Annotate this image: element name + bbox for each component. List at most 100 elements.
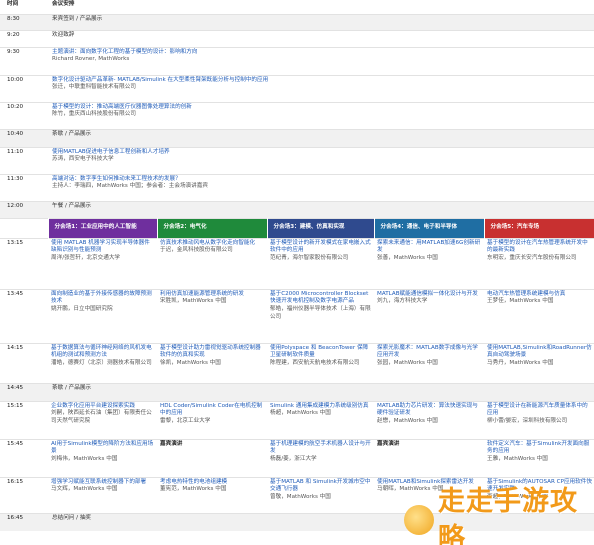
session-cell-track-1: 面向制造业的基于外接传感器的故障预测技术 姚开鹏，日立中国研究院 [48,288,157,343]
speaker-text: Richard Rovner, MathWorks [52,56,130,63]
session-cell-track-4: 探索未来通信：用MATLAB加速6G创新研发 张善，MathWorks 中国 [374,237,484,289]
agenda-row: 8:30 来宾签到 / 产品展示 [0,13,594,30]
session-row: 13:15 使用 MATLAB 机器学习实现半导体器件缺陷识别与性能预测 周洋/张哲… [0,237,594,289]
speaker-text: 董宪范，MathWorks 中国 [160,486,227,493]
talk-title-link[interactable]: 使用 MATLAB 机器学习实现半导体器件缺陷识别与性能预测 [51,240,155,255]
speaker-text: 陈程建，西安航天航电技术有限公司 [270,359,360,366]
talk-title-link[interactable]: 使用MATLAB,Simulink和RoadRunner仿真自动驾驶场景 [487,345,592,360]
agenda-text: 午餐 / 产品展示 [52,202,92,209]
agenda-cell: 来宾签到 / 产品展示 [48,13,594,30]
track-header-5: 分会场5：汽车专场 [484,217,594,238]
speaker-text: 刘梅伟，MathWorks 中国 [51,455,118,462]
agenda-row: 11:30 高端对话：数字孪生如何推动未来工程技术的发展？ 主持人：李瑞四，Math… [0,173,594,201]
agenda-row: 9:30 主题演讲：面向数字化工程的基于模型的设计：影响和方向 Richard Ro… [0,46,594,75]
track-header-row: 分会场1：工业应用中的人工智能 分会场2：电气化 分会场3：建模、仿真和实现 分会场4… [0,217,594,238]
talk-title-link[interactable]: 基于机理建模的航空手术机器人设计与开发 [270,441,372,456]
speaker-text: 郁皓，福州仪器半导体技术（上海）有限公司 [270,305,371,320]
talk-title-link[interactable]: 面向制造业的基于外接传感器的故障预测技术 [51,291,155,306]
agenda-text: 来宾签到 / 产品展示 [52,15,103,22]
talk-title-link[interactable]: 软件定义汽车：基于Simulink开发面向服务的应用 [487,441,592,456]
speaker-text: 雷黎，北京工业大学 [160,417,211,424]
agenda-row: 10:00 数字化设计驱动产品革新- MATLAB/Simulink 在大型柔性臂… [0,74,594,102]
agenda-cell: 数字化设计驱动产品革新- MATLAB/Simulink 在大型柔性臂架既能分析… [48,74,594,102]
agenda-row: 14:45 茶歇 / 产品展示 [0,382,594,401]
session-cell-track-3: 基于模型设计的新开发模式在家电嵌入式软件中的应用 范纪青，海尔智家股份有限公司 [267,237,374,289]
talk-title-link[interactable]: MATLAB助力芯片研发：算法快速实现与硬件验证研发 [377,403,482,418]
time-cell: 10:40 [0,128,48,147]
agenda-cell: 茶歇 / 产品展示 [48,128,594,147]
session-cell-track-2: 考虑电热特性的电池组建模 董宪范，MathWorks 中国 [157,476,267,513]
time-cell: 9:30 [0,46,48,75]
speaker-text: 于迟，金风科技股份有限公司 [160,247,233,254]
session-cell-track-1: 企业数字化应用平台建设探索实践 刘嗣，陕西延长石油（集团）有限责任公司天然气研究院 [48,400,157,439]
talk-title-link[interactable]: AI用于Simulink模型的降阶方法和应用场景 [51,441,155,456]
talk-title-link[interactable]: 探索光影魔术：MATLAB数字成像与光学应用开发 [377,345,482,360]
speaker-text: 苏涛，西安电子科技大学 [52,156,114,163]
session-cell-track-1: 基于数据算法与循环神经网络的风机发电机组的测试和预测方法 潘皓，德赛灯（北京）测器… [48,342,157,383]
speaker-text: 赵懋，MathWorks 中国 [377,417,438,424]
time-cell: 14:15 [0,342,48,383]
time-cell: 9:20 [0,29,48,47]
agenda-cell: 基于模型的设计：推动高端医疗仪器图像处理算法的创新 陈竹，重庆西山科技股份有限公司 [48,101,594,129]
session-cell-track-5: 电动汽车热管理系统建模与仿真 王梦佳，MathWorks 中国 [484,288,594,343]
session-cell-track-3: 基于MATLAB 和 Simulink开发城市空中交通飞行器 曾敬，MathWor… [267,476,374,513]
time-cell: 11:10 [0,146,48,174]
agenda-text: 茶歇 / 产品展示 [52,130,92,137]
time-cell: 16:45 [0,512,48,531]
track-header-2: 分会场2：电气化 [157,217,268,238]
talk-title-link[interactable]: 基于模型设计在新能源汽车质量体系中的应用 [487,403,592,418]
speaker-text: 杨超，MathWorks 中国 [270,410,331,417]
time-cell: 14:45 [0,382,48,401]
talk-title-link[interactable]: 基于数据算法与循环神经网络的风机发电机组的测试和预测方法 [51,345,155,360]
talk-title-link[interactable]: 基于MATLAB 和 Simulink开发城市空中交通飞行器 [270,479,372,494]
talk-title-link[interactable]: 主题演讲：面向数字化工程的基于模型的设计：影响和方向 [52,49,592,57]
watermark-logo: 走走手游攻略 [404,486,594,545]
session-cell-track-5: 使用MATLAB,Simulink和RoadRunner仿真自动驾驶场景 马秀丹，… [484,342,594,383]
agenda-cell: 使用MATLAB促进电子信息工程创新和人才培养 苏涛，西安电子科技大学 [48,146,594,174]
time-cell: 16:15 [0,476,48,513]
talk-title-link[interactable]: 基于模型的设计在汽车热管理系统开发中的最新实践 [487,240,592,255]
time-cell: 12:00 [0,200,48,218]
speaker-text: 王雅，MathWorks 中国 [487,455,548,462]
time-cell: 10:20 [0,101,48,129]
session-cell-track-4: 探索光影魔术：MATLAB数字成像与光学应用开发 张园，MathWorks 中国 [374,342,484,383]
header-row: 时间 会议安排 [0,0,594,14]
track-header-4: 分会场4：通信、电子和半导体 [374,217,485,238]
agenda-cell: 主题演讲：面向数字化工程的基于模型的设计：影响和方向 Richard Rovner… [48,46,594,75]
session-cell-track-4: MATLAB赋能通信模拟一体化设计与开发 刘九，海方科技大学 [374,288,484,343]
agenda-cell: 午餐 / 产品展示 [48,200,594,218]
session-row: 15:45 AI用于Simulink模型的降阶方法和应用场景 刘梅伟，MathWor… [0,438,594,477]
speaker-text: 东明宏，重庆长安汽车股份有限公司 [487,254,577,261]
agenda-row: 10:40 茶歇 / 产品展示 [0,128,594,147]
agenda-cell: 高端对话：数字孪生如何推动未来工程技术的发展？ 主持人：李瑞四，MathWorks… [48,173,594,201]
talk-title-link[interactable]: HDL Coder/Simulink Coder在电机控制中的应用 [160,403,265,418]
session-cell-track-1: AI用于Simulink模型的降阶方法和应用场景 刘梅伟，MathWorks 中国 [48,438,157,477]
talk-title-link[interactable]: 使用MATLAB促进电子信息工程创新和人才培养 [52,149,592,157]
speaker-text: 宋胜凯，MathWorks 中国 [160,298,227,305]
session-row: 13:45 面向制造业的基于外接传感器的故障预测技术 姚开鹏，日立中国研究院 利用仿真… [0,288,594,343]
speaker-text: 周洋/张哲轩，北京交通大学 [51,254,121,261]
agenda-row: 12:00 午餐 / 产品展示 [0,200,594,218]
time-cell-empty [0,217,49,238]
talk-title-link[interactable]: 基于模型设计的新开发模式在家电嵌入式软件中的应用 [270,240,372,255]
time-cell: 13:45 [0,288,48,343]
session-cell-track-2: HDL Coder/Simulink Coder在电机控制中的应用 雷黎，北京工业… [157,400,267,439]
session-cell-track-1: 增强学习赋能互联系统控制器下的部署 马文辉，MathWorks 中国 [48,476,157,513]
time-cell: 8:30 [0,13,48,30]
talk-title-link[interactable]: 使用Polyspace 和 BeaconTower 保障卫星研制软件质量 [270,345,372,360]
header-time: 时间 [7,1,19,7]
time-cell: 15:15 [0,400,48,439]
speaker-text: 刘嗣，陕西延长石油（集团）有限责任公司天然气研究院 [51,410,152,424]
speaker-text: 曾敬，MathWorks 中国 [270,493,331,500]
talk-title-link[interactable]: 基于模型设计助力雷视觉驱动系统控制器软件的仿真和实现 [160,345,265,360]
talk-title-link[interactable]: 基于C2000 Microcontroller Blockset快速开发电机控制… [270,291,372,306]
speaker-text: 王梦佳，MathWorks 中国 [487,298,554,305]
agenda-table: 时间 会议安排 8:30 来宾签到 / 产品展示 9:20 欢迎致辞 9:30 主题演讲：… [0,0,594,531]
talk-title-link[interactable]: 探索未来通信：用MATLAB加速6G创新研发 [377,240,482,255]
time-cell: 10:00 [0,74,48,102]
session-row: 14:15 基于数据算法与循环神经网络的风机发电机组的测试和预测方法 潘皓，德赛灯（… [0,342,594,383]
speaker-text: 张善，MathWorks 中国 [377,254,438,261]
speaker-text: 杨磊/姜，浙江大学 [270,455,317,462]
session-cell-track-2: 仿真技术推动风电从数字化走向智能化 于迟，金风科技股份有限公司 [157,237,267,289]
speaker-text: 陈竹，重庆西山科技股份有限公司 [52,111,136,118]
